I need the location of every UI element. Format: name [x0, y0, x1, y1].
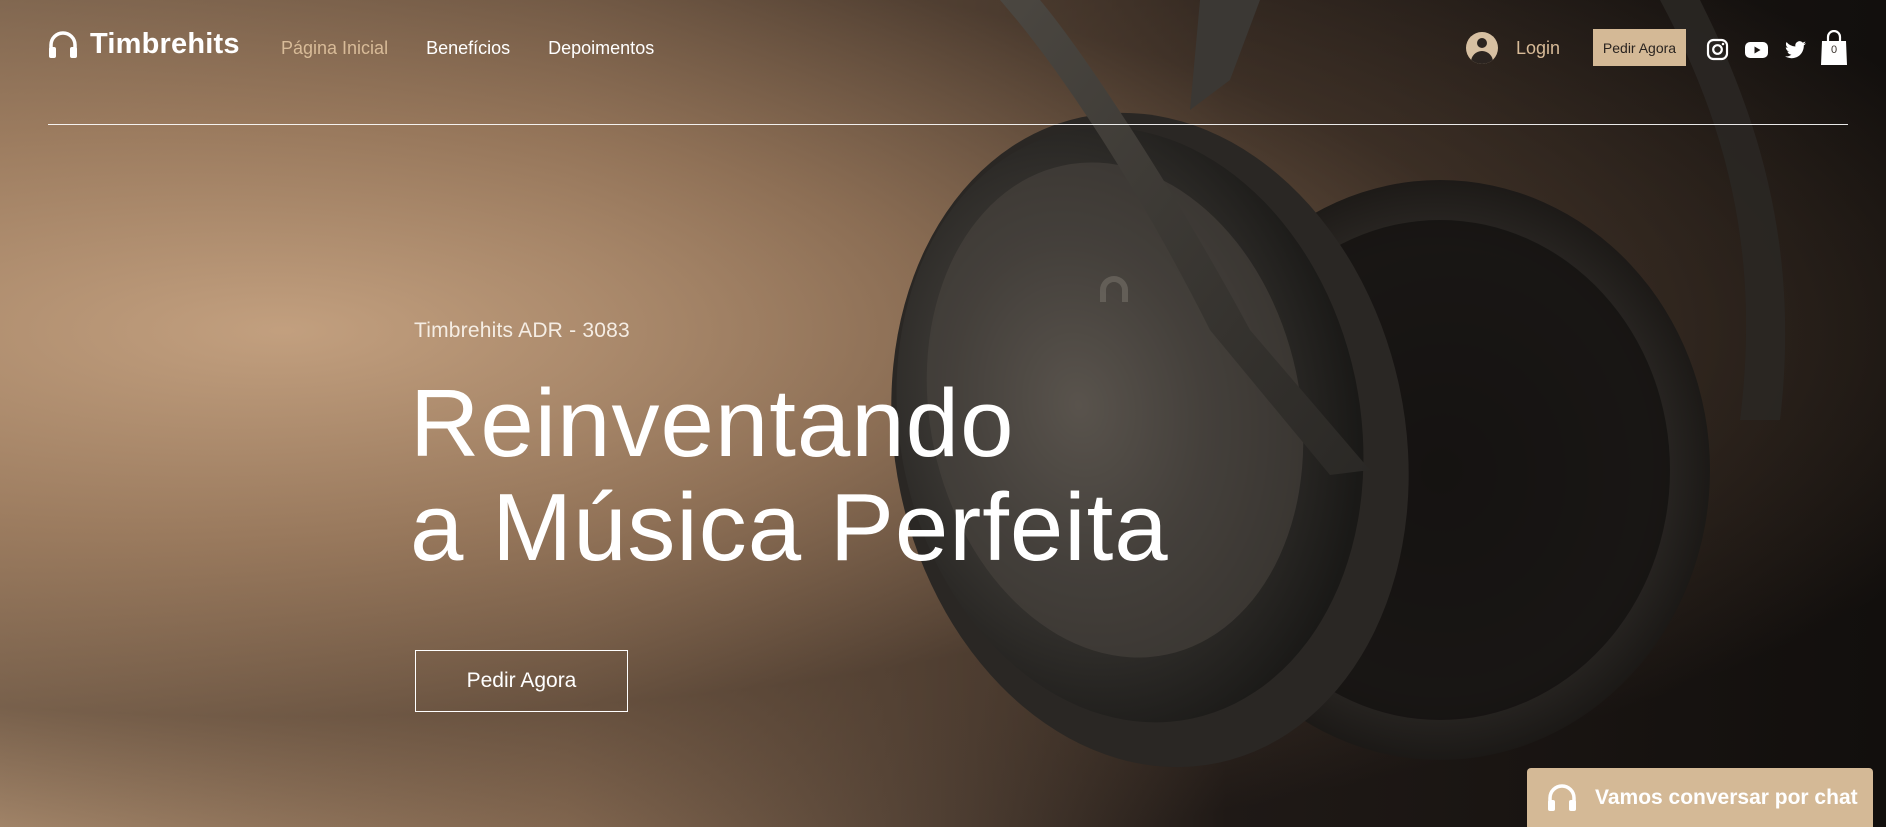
login-label: Login — [1516, 37, 1561, 58]
page: Timbrehits Página Inicial Benefícios Dep… — [0, 0, 1886, 827]
twitter-icon[interactable] — [1784, 38, 1807, 61]
site-header: Timbrehits Página Inicial Benefícios Dep… — [0, 0, 1886, 126]
hero-subtitle: Timbrehits ADR - 3083 — [414, 319, 630, 342]
youtube-icon[interactable] — [1745, 38, 1768, 61]
social-bar — [1706, 38, 1807, 61]
header-divider — [48, 124, 1848, 125]
hero-title-line-1: Reinventando — [410, 370, 1015, 477]
logo[interactable]: Timbrehits — [48, 28, 240, 61]
order-now-hero-button[interactable]: Pedir Agora — [415, 650, 628, 712]
nav-item-testimonials[interactable]: Depoimentos — [548, 38, 654, 59]
login-button[interactable]: Login — [1466, 32, 1560, 64]
nav-item-benefits[interactable]: Benefícios — [426, 38, 510, 59]
hero-title-line-2: a Música Perfeita — [410, 474, 1169, 581]
hero-title: Reinventando a Música Perfeita — [410, 372, 1310, 580]
headphones-icon — [1548, 783, 1576, 811]
cart-button[interactable]: 0 — [1820, 29, 1848, 66]
order-now-header-button[interactable]: Pedir Agora — [1593, 29, 1686, 66]
main-nav: Página Inicial Benefícios Depoimentos — [281, 38, 654, 59]
nav-item-home[interactable]: Página Inicial — [281, 38, 388, 59]
cart-count-badge: 0 — [1830, 44, 1838, 56]
instagram-icon[interactable] — [1706, 38, 1729, 61]
chat-label: Vamos conversar por chat — [1595, 785, 1858, 809]
brand-name: Timbrehits — [90, 28, 240, 60]
chat-widget-button[interactable]: Vamos conversar por chat — [1527, 768, 1873, 827]
headphones-icon — [49, 30, 77, 58]
avatar-icon — [1466, 32, 1498, 64]
